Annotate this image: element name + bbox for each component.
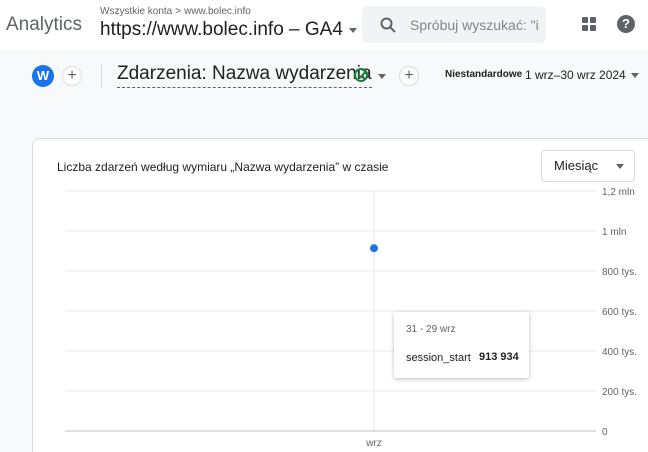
help-icon[interactable]: ? xyxy=(617,15,635,33)
tooltip-date: 31 - 29 wrz xyxy=(406,324,456,335)
breadcrumb: Wszystkie konta > www.bolec.info xyxy=(100,6,357,17)
search-box[interactable] xyxy=(362,6,546,43)
check-circle-icon xyxy=(354,68,368,82)
breadcrumb-root: Wszystkie konta xyxy=(100,6,173,17)
page-title[interactable]: Zdarzenia: Nazwa wydarzenia xyxy=(117,63,372,88)
y-tick-label: 400 tys. xyxy=(602,347,637,358)
y-tick-label: 1 mln xyxy=(602,227,626,238)
y-tick-label: 200 tys. xyxy=(602,387,637,398)
date-range-label: Niestandardowe xyxy=(445,69,523,80)
chart-tooltip: 31 - 29 wrz session_start 913 934 xyxy=(394,312,529,378)
search-input[interactable] xyxy=(410,16,540,33)
y-tick-label: 1,2 mln xyxy=(602,187,635,198)
x-tick-label: wrz xyxy=(365,438,382,449)
breadcrumb-account: www.bolec.info xyxy=(184,6,251,17)
property-name: https://www.bolec.info – GA4 xyxy=(100,19,343,40)
chart-card xyxy=(32,138,648,452)
granularity-select[interactable]: Miesiąc xyxy=(541,150,635,182)
y-tick-label: 600 tys. xyxy=(602,307,637,318)
account-selector[interactable]: Wszystkie konta > www.bolec.info https:/… xyxy=(100,6,357,41)
y-tick-label: 0 xyxy=(602,427,608,438)
add-comparison-button[interactable]: + xyxy=(62,66,82,86)
divider xyxy=(101,64,102,88)
breadcrumb-separator-icon: > xyxy=(175,6,182,17)
search-icon xyxy=(380,17,396,33)
chevron-down-icon[interactable] xyxy=(631,73,639,78)
y-tick-label: 800 tys. xyxy=(602,267,637,278)
apps-grid-icon[interactable] xyxy=(582,17,596,31)
card-title: Liczba zdarzeń według wymiaru „Nazwa wyd… xyxy=(57,160,389,174)
app-name[interactable]: Analytics xyxy=(6,14,82,36)
data-point[interactable] xyxy=(370,244,378,253)
chevron-down-icon xyxy=(616,164,624,169)
date-range-picker[interactable]: 1 wrz–30 wrz 2024 xyxy=(525,68,626,82)
avatar[interactable]: W xyxy=(32,65,54,87)
top-header: Analytics Wszystkie konta > www.bolec.in… xyxy=(0,0,648,50)
tooltip-metric-name: session_start xyxy=(406,352,471,364)
property-selector[interactable]: https://www.bolec.info – GA4 xyxy=(100,19,357,41)
tooltip-metric-value: 913 934 xyxy=(479,351,519,363)
add-button[interactable]: + xyxy=(399,66,419,86)
chevron-down-icon xyxy=(348,27,357,33)
granularity-value: Miesiąc xyxy=(554,158,599,173)
chevron-down-icon[interactable] xyxy=(378,74,386,79)
